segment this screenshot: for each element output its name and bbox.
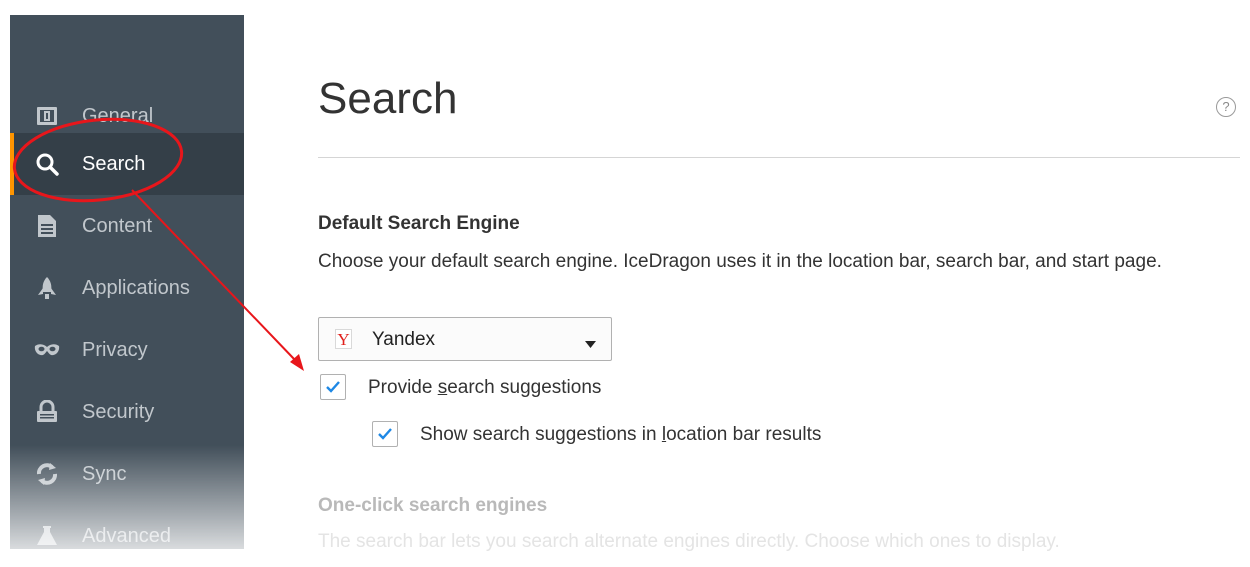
default-search-engine-description: Choose your default search engine. IceDr… xyxy=(318,251,1162,272)
sidebar-item-content[interactable]: Content xyxy=(10,195,244,257)
sidebar-item-applications[interactable]: Applications xyxy=(10,257,244,319)
sidebar-item-label: General xyxy=(82,104,154,127)
location-bar-suggestions-label[interactable]: Show search suggestions in location bar … xyxy=(420,424,821,446)
location-bar-suggestions-checkbox[interactable] xyxy=(372,421,398,447)
default-search-engine-heading: Default Search Engine xyxy=(318,213,520,234)
search-engine-dropdown[interactable]: Y Yandex xyxy=(318,317,612,361)
yandex-icon: Y xyxy=(335,329,352,349)
sidebar-item-label: Applications xyxy=(82,276,190,299)
sidebar-item-search[interactable]: Search xyxy=(10,133,244,195)
sidebar-item-label: Search xyxy=(82,152,146,175)
help-icon[interactable]: ? xyxy=(1216,97,1236,117)
selected-engine: Yandex xyxy=(372,329,436,350)
search-icon xyxy=(34,151,60,177)
sidebar-item-advanced[interactable]: Advanced xyxy=(10,505,244,567)
advanced-icon xyxy=(34,523,60,549)
sidebar-item-security[interactable]: Security xyxy=(10,381,244,443)
one-click-description: The search bar lets you search alternate… xyxy=(318,531,1060,552)
privacy-icon xyxy=(34,337,60,363)
sidebar-item-sync[interactable]: Sync xyxy=(10,443,244,505)
applications-icon xyxy=(34,275,60,301)
provide-suggestions-label[interactable]: Provide search suggestions xyxy=(368,377,601,399)
arrowhead-icon xyxy=(290,354,304,371)
sidebar-item-privacy[interactable]: Privacy xyxy=(10,319,244,381)
provide-suggestions-checkbox[interactable] xyxy=(320,374,346,400)
chevron-down-icon xyxy=(585,335,596,353)
one-click-heading: One-click search engines xyxy=(318,495,548,516)
security-icon xyxy=(34,399,60,425)
divider xyxy=(318,157,1240,158)
sidebar-item-label: Advanced xyxy=(82,524,171,547)
sidebar-item-label: Content xyxy=(82,214,153,237)
checkmark-icon xyxy=(378,428,392,440)
sidebar-item-label: Security xyxy=(82,400,155,423)
page-title: Search xyxy=(318,74,458,123)
sidebar-item-label: Privacy xyxy=(82,338,148,361)
general-icon xyxy=(34,103,60,129)
svg-text:Y: Y xyxy=(337,330,349,349)
sidebar-item-label: Sync xyxy=(82,462,127,485)
content-icon xyxy=(34,213,60,239)
sidebar: General Search Content Applications Priv… xyxy=(10,15,244,549)
checkmark-icon xyxy=(326,381,340,393)
sync-icon xyxy=(34,461,60,487)
